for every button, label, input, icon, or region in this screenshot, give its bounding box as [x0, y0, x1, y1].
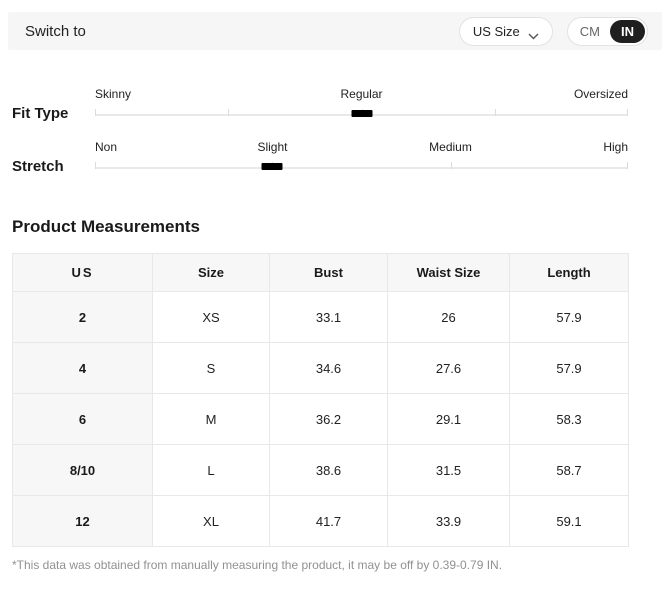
slider-labels-stretch: Non Slight Medium High [95, 140, 628, 154]
slider-option-medium: Medium [429, 140, 472, 154]
table-cell: 34.6 [270, 343, 388, 394]
column-header-us: US [13, 254, 153, 292]
size-guide-topbar: Switch to US Size CM IN [8, 12, 662, 50]
table-cell: M [153, 394, 270, 445]
slider-option-oversized: Oversized [574, 87, 628, 101]
table-cell: XL [153, 496, 270, 547]
table-cell: S [153, 343, 270, 394]
table-cell: 57.9 [510, 343, 629, 394]
slider-tick [228, 109, 229, 116]
slider-option-regular: Regular [340, 87, 382, 101]
unit-toggle[interactable]: CM IN [567, 17, 648, 46]
table-cell: 27.6 [388, 343, 510, 394]
table-cell: L [153, 445, 270, 496]
unit-option-cm[interactable]: CM [570, 20, 610, 43]
product-measurements-title: Product Measurements [12, 217, 200, 237]
slider-tick [95, 162, 96, 169]
slider-row-stretch: StretchNon Slight Medium High [12, 140, 628, 173]
row-header-us-size: 4 [13, 343, 153, 394]
table-header-row: USSizeBustWaist SizeLength [13, 254, 629, 292]
table-cell: 59.1 [510, 496, 629, 547]
slider-tick [451, 162, 452, 169]
size-standard-dropdown[interactable]: US Size [459, 17, 553, 46]
measurements-table: USSizeBustWaist SizeLength 2XS33.12657.9… [12, 253, 629, 547]
table-cell: 57.9 [510, 292, 629, 343]
table-cell: 58.7 [510, 445, 629, 496]
table-row: 2XS33.12657.9 [13, 292, 629, 343]
slider-tick [495, 109, 496, 116]
slider-option-skinny: Skinny [95, 87, 131, 101]
slider-labels-fit-type: Skinny Regular Oversized [95, 87, 628, 101]
column-header-waist-size: Waist Size [388, 254, 510, 292]
table-row: 12XL41.733.959.1 [13, 496, 629, 547]
table-cell: XS [153, 292, 270, 343]
table-row: 6M36.229.158.3 [13, 394, 629, 445]
table-body: 2XS33.12657.94S34.627.657.96M36.229.158.… [13, 292, 629, 547]
slider-option-slight: Slight [257, 140, 287, 154]
chevron-down-icon [528, 28, 539, 35]
slider-title-fit-type: Fit Type [12, 105, 95, 122]
unit-option-in[interactable]: IN [610, 20, 645, 43]
table-cell: 26 [388, 292, 510, 343]
table-cell: 41.7 [270, 496, 388, 547]
column-header-size: Size [153, 254, 270, 292]
row-header-us-size: 12 [13, 496, 153, 547]
fit-sliders: Fit TypeSkinny Regular Oversized StretchNon… [12, 87, 628, 173]
column-header-bust: Bust [270, 254, 388, 292]
slider-option-non: Non [95, 140, 117, 154]
slider-tick [95, 109, 96, 116]
slider-marker-fit-type [351, 110, 372, 117]
table-cell: 38.6 [270, 445, 388, 496]
slider-tick [627, 162, 628, 169]
table-cell: 29.1 [388, 394, 510, 445]
table-cell: 33.1 [270, 292, 388, 343]
measurement-disclaimer: *This data was obtained from manually me… [12, 558, 658, 572]
table-row: 8/10L38.631.558.7 [13, 445, 629, 496]
slider-marker-stretch [262, 163, 283, 170]
table-cell: 58.3 [510, 394, 629, 445]
slider-tick [627, 109, 628, 116]
slider-option-high: High [603, 140, 628, 154]
column-header-length: Length [510, 254, 629, 292]
table-row: 4S34.627.657.9 [13, 343, 629, 394]
slider-track-stretch [95, 163, 628, 173]
row-header-us-size: 8/10 [13, 445, 153, 496]
slider-track-fit-type [95, 110, 628, 120]
table-cell: 31.5 [388, 445, 510, 496]
switch-to-label: Switch to [25, 23, 86, 40]
slider-row-fit-type: Fit TypeSkinny Regular Oversized [12, 87, 628, 120]
table-cell: 36.2 [270, 394, 388, 445]
slider-title-stretch: Stretch [12, 158, 95, 175]
row-header-us-size: 6 [13, 394, 153, 445]
slider-track-line [95, 167, 628, 169]
row-header-us-size: 2 [13, 292, 153, 343]
table-cell: 33.9 [388, 496, 510, 547]
size-standard-label: US Size [473, 24, 520, 39]
